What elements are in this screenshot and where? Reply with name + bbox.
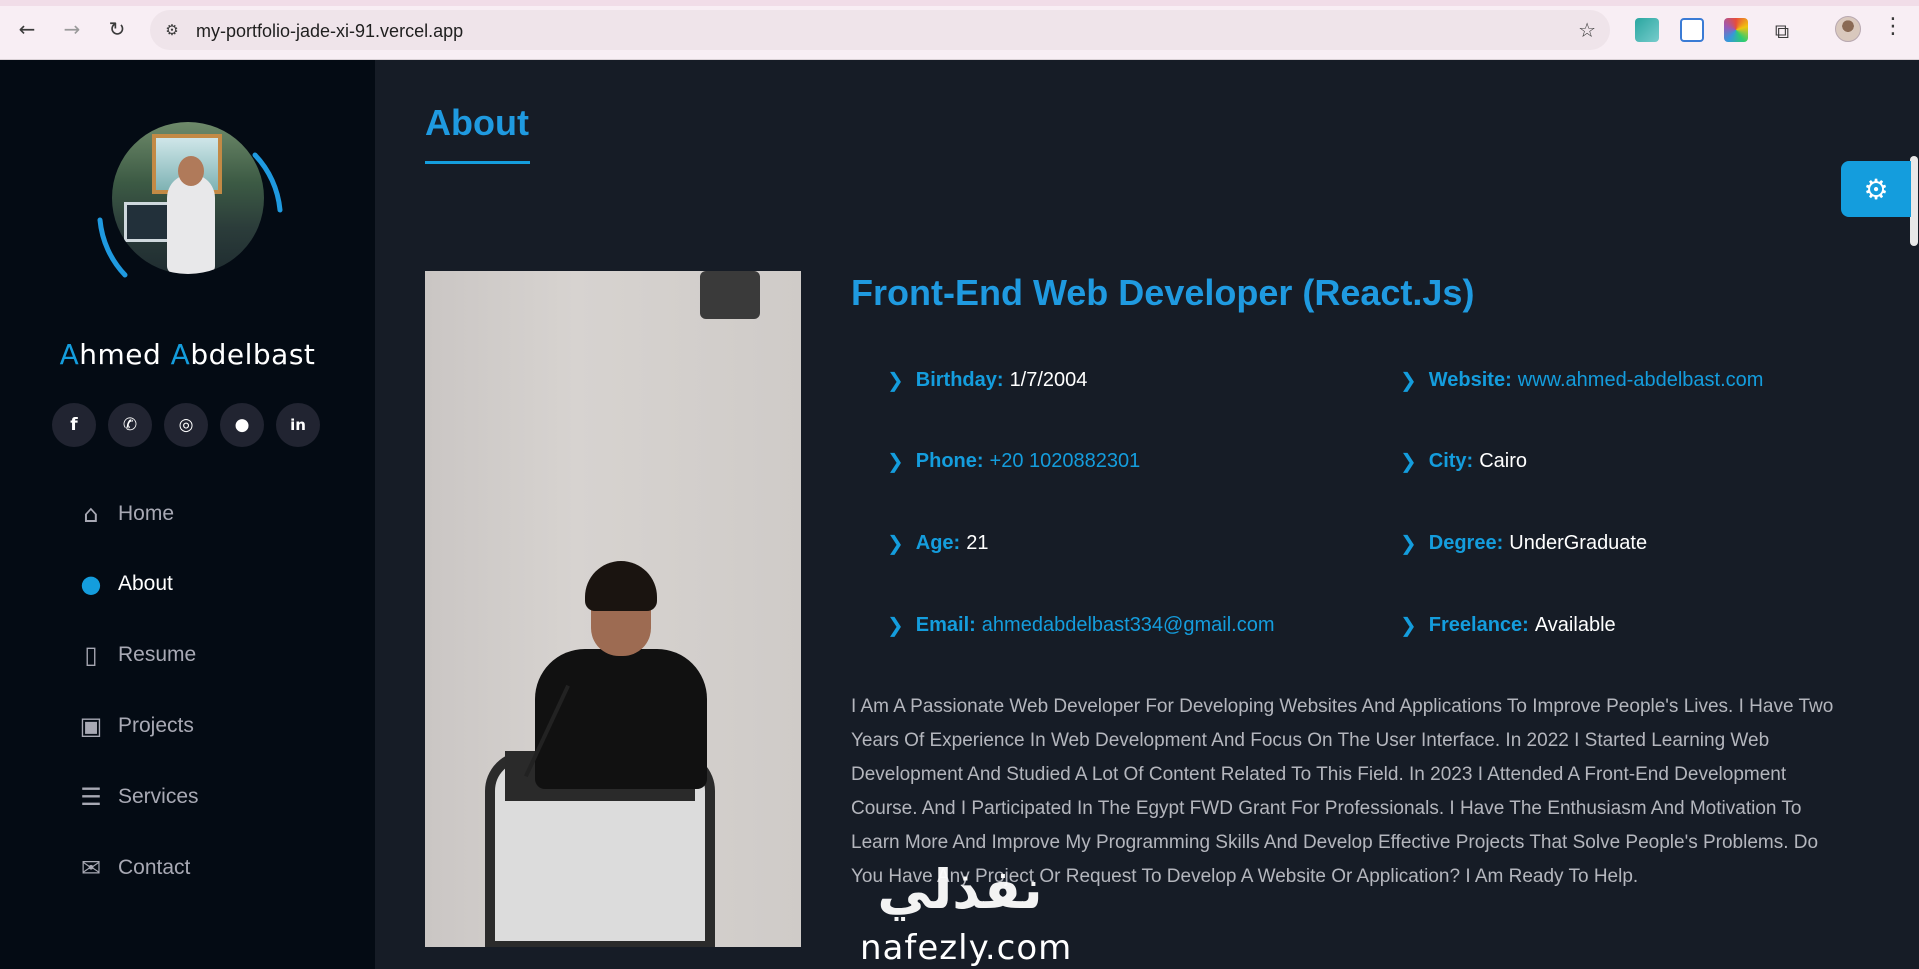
info-label: Freelance: (1428, 613, 1529, 636)
info-age: ❯ Age: 21 (887, 528, 988, 558)
info-birthday: ❯ Birthday: 1/7/2004 (887, 365, 1087, 395)
watermark-arabic: نفذلي (877, 858, 1043, 921)
chevron-right-icon: ❯ (887, 531, 904, 555)
sidebar: Ahmed Abdelbast f ✆ ◎ ● in ⌂ Home ● Abou… (0, 60, 375, 969)
info-label: Birthday: (915, 368, 1004, 391)
sidebar-item-contact[interactable]: ✉ Contact (76, 848, 336, 888)
chevron-right-icon: ❯ (1400, 449, 1417, 473)
section-title-underline (425, 161, 530, 164)
chevron-right-icon: ❯ (887, 368, 904, 392)
portfolio-icon: ▣ (79, 712, 103, 740)
phone-link[interactable]: +20 1020882301 (990, 450, 1141, 473)
facebook-icon[interactable]: f (52, 403, 96, 447)
sidebar-item-services[interactable]: ☰ Services (76, 777, 336, 817)
website-link[interactable]: www.ahmed-abdelbast.com (1518, 369, 1764, 392)
info-value: 21 (966, 531, 989, 554)
info-value: Available (1534, 613, 1616, 636)
owner-name: Ahmed Abdelbast (59, 338, 316, 371)
section-title: About (425, 102, 529, 143)
job-title: Front-End Web Developer (React.Js) (851, 272, 1475, 313)
extension-icon[interactable] (1724, 18, 1748, 42)
sidebar-item-home[interactable]: ⌂ Home (76, 494, 336, 534)
address-bar[interactable]: ⚙ my-portfolio-jade-xi-91.vercel.app ☆ (150, 10, 1610, 50)
server-icon: ☰ (80, 783, 102, 811)
sidebar-item-label: Contact (118, 856, 191, 879)
scrollbar-thumb[interactable] (1910, 156, 1918, 246)
extensions-puzzle-icon[interactable]: ⧉ (1767, 16, 1797, 46)
info-label: Phone: (915, 449, 984, 472)
forward-arrow-icon[interactable]: → (57, 14, 87, 44)
sidebar-item-label: Projects (118, 714, 194, 737)
social-links: f ✆ ◎ ● in (52, 403, 320, 447)
chevron-right-icon: ❯ (1400, 368, 1417, 392)
email-link[interactable]: ahmedabdelbast334@gmail.com (982, 614, 1275, 637)
profile-photo (425, 271, 801, 947)
sidebar-item-label: Home (118, 502, 175, 525)
home-icon: ⌂ (83, 500, 99, 528)
whatsapp-icon[interactable]: ✆ (108, 403, 152, 447)
sidebar-item-resume[interactable]: ▯ Resume (76, 635, 336, 675)
info-degree: ❯ Degree: UnderGraduate (1400, 528, 1647, 558)
main-content: About Front-End Web Developer (React.Js)… (375, 60, 1919, 969)
theme-toggle-button[interactable]: ⚙ (1841, 161, 1911, 217)
info-value: 1/7/2004 (1009, 368, 1088, 391)
linkedin-icon[interactable]: in (276, 403, 320, 447)
bookmark-star-icon[interactable]: ☆ (1578, 18, 1596, 42)
chevron-right-icon: ❯ (1400, 531, 1417, 555)
info-label: Website: (1428, 368, 1512, 391)
info-label: Email: (915, 613, 976, 636)
more-vertical-icon[interactable]: ⋮ (1882, 14, 1904, 39)
sidebar-item-projects[interactable]: ▣ Projects (76, 706, 336, 746)
watermark-logo: نفذلي nafezly.com (850, 858, 1073, 968)
profile-avatar (90, 100, 290, 300)
chevron-right-icon: ❯ (887, 449, 904, 473)
file-icon: ▯ (84, 641, 98, 669)
info-city: ❯ City: Cairo (1400, 446, 1527, 476)
sidebar-item-label: Resume (118, 643, 197, 666)
info-freelance: ❯ Freelance: Available (1400, 610, 1616, 640)
url-text[interactable]: my-portfolio-jade-xi-91.vercel.app (196, 21, 463, 42)
browser-profile-avatar[interactable] (1835, 16, 1861, 42)
site-info-icon[interactable]: ⚙ (162, 20, 182, 40)
watermark-latin: nafezly.com (860, 928, 1073, 968)
user-icon: ● (80, 570, 102, 598)
extension-icon[interactable] (1635, 18, 1659, 42)
sidebar-item-about[interactable]: ● About (76, 564, 336, 604)
info-value: Cairo (1479, 449, 1528, 472)
browser-toolbar: ← → ↻ ⚙ my-portfolio-jade-xi-91.vercel.a… (0, 0, 1919, 60)
reload-icon[interactable]: ↻ (102, 14, 132, 44)
gear-icon: ⚙ (1863, 172, 1889, 206)
info-phone: ❯ Phone: +20 1020882301 (887, 446, 1140, 476)
envelope-icon: ✉ (80, 854, 102, 882)
sidebar-item-label: About (118, 572, 173, 595)
info-email: ❯ Email: ahmedabdelbast334@gmail.com (887, 610, 1275, 640)
info-label: Degree: (1428, 531, 1504, 554)
chevron-right-icon: ❯ (887, 613, 904, 637)
avatar-photo (112, 122, 264, 274)
info-label: Age: (915, 531, 961, 554)
chevron-right-icon: ❯ (1400, 613, 1417, 637)
extension-icon[interactable] (1680, 18, 1704, 42)
tab-strip (0, 0, 1919, 6)
info-value: UnderGraduate (1509, 531, 1648, 554)
back-arrow-icon[interactable]: ← (12, 14, 42, 44)
sidebar-item-label: Services (118, 785, 199, 808)
github-icon[interactable]: ● (220, 403, 264, 447)
info-website: ❯ Website: www.ahmed-abdelbast.com (1400, 365, 1763, 395)
instagram-icon[interactable]: ◎ (164, 403, 208, 447)
info-label: City: (1428, 449, 1474, 472)
